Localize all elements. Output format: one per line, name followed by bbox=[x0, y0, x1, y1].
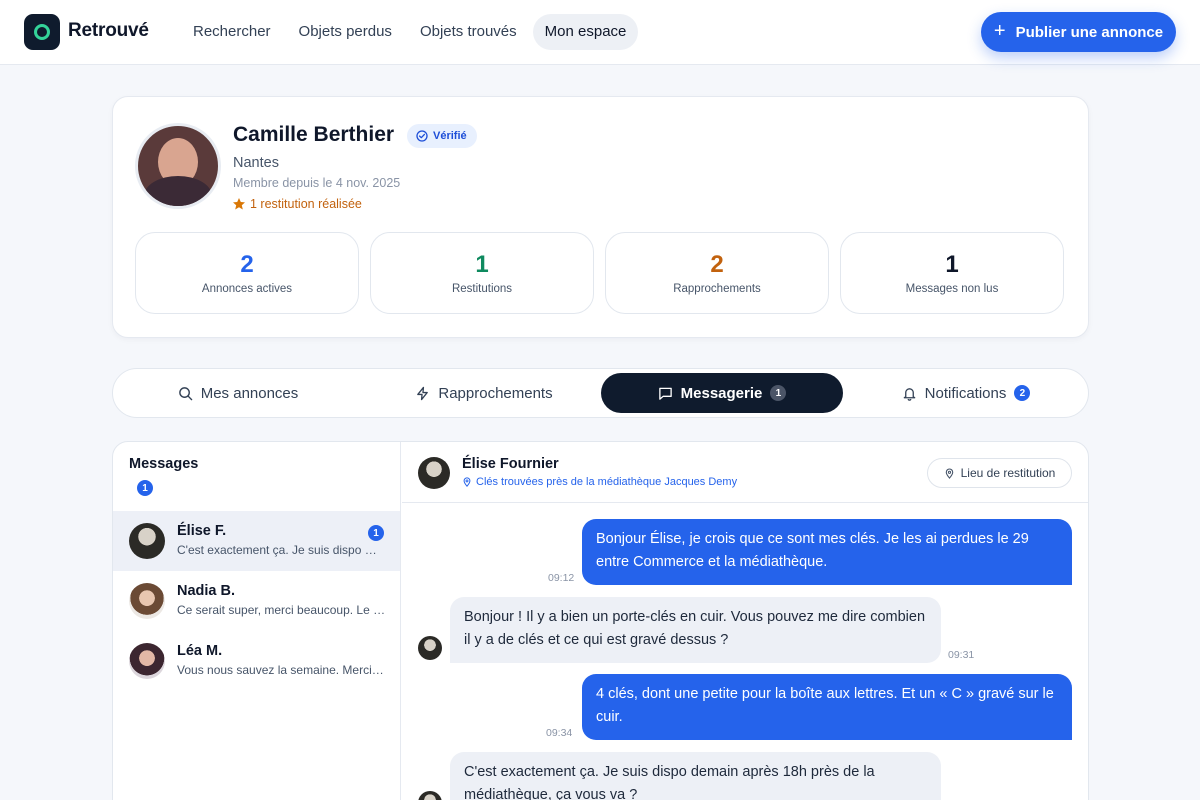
avatar bbox=[418, 791, 442, 800]
stat-label: Restitutions bbox=[451, 283, 513, 295]
search-icon bbox=[178, 386, 193, 400]
conversation-nadia[interactable]: Nadia B. Ce serait super, merci beaucoup… bbox=[113, 571, 400, 631]
stat-rapprochements: 2 Rapprochements bbox=[605, 232, 829, 314]
conversation-lea[interactable]: Léa M. Vous nous sauvez la semaine. Merc… bbox=[113, 631, 400, 691]
logo-icon[interactable] bbox=[24, 14, 60, 50]
top-navigation-bar: Retrouvé Rechercher Objets perdus Objets… bbox=[0, 0, 1200, 65]
message-time: 09:34 bbox=[546, 727, 573, 739]
check-circle-icon bbox=[416, 130, 428, 142]
unread-badge: 1 bbox=[770, 385, 787, 401]
profile-card: Camille Berthier Vérifié Nantes Membre d… bbox=[112, 96, 1089, 338]
chat-header: Élise Fournier Clés trouvées près de la … bbox=[402, 442, 1088, 503]
restitution-count: 1 restitution réalisée bbox=[232, 197, 362, 211]
avatar bbox=[418, 636, 442, 660]
inbox-title: Messages bbox=[129, 456, 199, 472]
tab-rapprochements[interactable]: Rapprochements bbox=[363, 373, 605, 413]
publish-listing-button[interactable]: + Publier une annonce bbox=[981, 12, 1176, 52]
conversation-name: Léa M. bbox=[177, 643, 223, 659]
conversation-preview: Ce serait super, merci beaucoup. Le sac … bbox=[177, 603, 387, 617]
inbox-unread-badge: 1 bbox=[137, 480, 153, 496]
nav-item-mon-espace[interactable]: Mon espace bbox=[532, 14, 639, 50]
verified-label: Vérifié bbox=[433, 130, 467, 142]
tab-label: Rapprochements bbox=[438, 384, 553, 402]
member-since: Membre depuis le 4 nov. 2025 bbox=[233, 176, 401, 190]
stat-value: 1 bbox=[945, 251, 959, 278]
chat-subtitle-text: Clés trouvées près de la médiathèque Jac… bbox=[476, 476, 738, 488]
message-incoming: C'est exactement ça. Je suis dispo demai… bbox=[450, 752, 941, 800]
publish-listing-label: Publier une annonce bbox=[1015, 23, 1164, 41]
profile-city: Nantes bbox=[233, 155, 279, 171]
stat-value: 2 bbox=[710, 251, 724, 278]
nav-item-objets-perdus[interactable]: Objets perdus bbox=[287, 14, 404, 50]
tab-label: Messagerie bbox=[680, 384, 763, 402]
message-square-icon bbox=[658, 387, 672, 400]
bell-icon bbox=[903, 387, 915, 401]
notification-badge: 2 bbox=[1014, 385, 1031, 401]
stat-restitutions: 1 Restitutions bbox=[370, 232, 594, 314]
lightning-icon bbox=[417, 386, 429, 400]
meeting-place-button[interactable]: Lieu de restitution bbox=[927, 458, 1072, 488]
message-incoming: Bonjour ! Il y a bien un porte-clés en c… bbox=[450, 597, 941, 663]
stat-label: Annonces actives bbox=[201, 283, 293, 295]
main-nav: Rechercher Objets perdus Objets trouvés … bbox=[181, 14, 639, 50]
conversation-preview: Vous nous sauvez la semaine. Merci encor… bbox=[177, 663, 387, 677]
chat-subtitle: Clés trouvées près de la médiathèque Jac… bbox=[462, 476, 737, 488]
tab-messagerie[interactable]: Messagerie 1 bbox=[601, 373, 843, 413]
verified-badge: Vérifié bbox=[407, 124, 477, 148]
stat-value: 1 bbox=[475, 251, 489, 278]
avatar bbox=[418, 457, 450, 489]
conversation-unread-badge: 1 bbox=[368, 525, 384, 541]
message-outgoing: Bonjour Élise, je crois que ce sont mes … bbox=[582, 519, 1072, 585]
tab-label: Notifications bbox=[924, 384, 1007, 402]
message-time: 09:12 bbox=[548, 572, 575, 584]
conversation-list: Messages 1 Élise F. C'est exactement ça.… bbox=[113, 442, 401, 800]
chat-thread: Élise Fournier Clés trouvées près de la … bbox=[402, 442, 1088, 800]
brand-name[interactable]: Retrouvé bbox=[68, 20, 149, 42]
star-icon bbox=[233, 198, 245, 210]
avatar bbox=[129, 643, 165, 679]
avatar bbox=[135, 123, 221, 209]
meeting-place-label: Lieu de restitution bbox=[960, 466, 1056, 480]
map-pin-icon bbox=[463, 477, 471, 487]
conversation-name: Élise F. bbox=[177, 523, 227, 539]
nav-item-objets-trouves[interactable]: Objets trouvés bbox=[408, 14, 529, 50]
message-time: 09:31 bbox=[948, 649, 975, 661]
conversation-elise[interactable]: Élise F. C'est exactement ça. Je suis di… bbox=[113, 511, 400, 571]
conversation-preview: C'est exactement ça. Je suis dispo demai… bbox=[177, 543, 377, 557]
stat-label: Rapprochements bbox=[673, 283, 761, 295]
profile-name: Camille Berthier bbox=[233, 123, 395, 146]
tab-notifications[interactable]: Notifications 2 bbox=[845, 373, 1087, 413]
stat-label: Messages non lus bbox=[905, 283, 999, 295]
messaging-panel: Messages 1 Élise F. C'est exactement ça.… bbox=[112, 441, 1089, 800]
nav-item-rechercher[interactable]: Rechercher bbox=[181, 14, 283, 50]
tab-label: Mes annonces bbox=[200, 384, 299, 402]
tab-mes-annonces[interactable]: Mes annonces bbox=[117, 373, 359, 413]
stat-annonces-actives: 2 Annonces actives bbox=[135, 232, 359, 314]
avatar bbox=[129, 583, 165, 619]
profile-tabs: Mes annonces Rapprochements Messagerie 1… bbox=[112, 368, 1089, 418]
stat-messages-non-lus: 1 Messages non lus bbox=[840, 232, 1064, 314]
plus-icon: + bbox=[993, 20, 1006, 42]
avatar bbox=[129, 523, 165, 559]
conversation-name: Nadia B. bbox=[177, 583, 236, 599]
message-outgoing: 4 clés, dont une petite pour la boîte au… bbox=[582, 674, 1072, 740]
restitution-label: 1 restitution réalisée bbox=[250, 197, 362, 211]
map-pin-icon bbox=[945, 468, 953, 479]
chat-contact-name: Élise Fournier bbox=[462, 456, 559, 472]
stats-row: 2 Annonces actives 1 Restitutions 2 Rapp… bbox=[135, 232, 1064, 314]
stat-value: 2 bbox=[240, 251, 254, 278]
